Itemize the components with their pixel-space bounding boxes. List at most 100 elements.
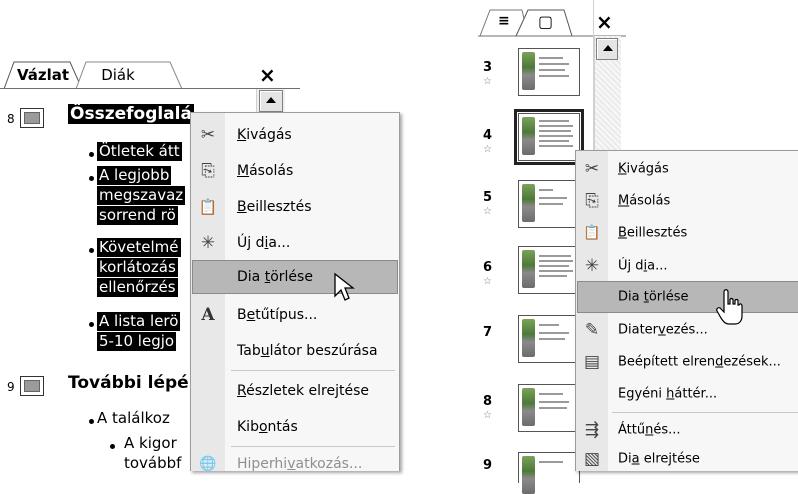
- menu-item-cut[interactable]: ✂ Kivágás: [576, 153, 798, 185]
- tab-outline-icon[interactable]: ≡: [498, 13, 510, 29]
- menu-separator: [231, 370, 395, 371]
- bullet-text[interactable]: A találkoz: [97, 409, 170, 428]
- menu-separator: [231, 446, 395, 447]
- menu-item-label: Dia törlése: [618, 289, 689, 305]
- menu-item-label: Betűtípus...: [237, 307, 318, 323]
- paste-icon: 📋: [198, 198, 218, 216]
- bullet-text[interactable]: Ötletek átt: [97, 142, 182, 161]
- menu-item-copy[interactable]: ⎘ Másolás: [576, 185, 798, 217]
- slide-number: 6: [483, 260, 493, 275]
- slide-title[interactable]: Összefoglalá: [68, 104, 194, 124]
- slide-icon[interactable]: [20, 108, 44, 128]
- copy-icon: ⎘: [585, 191, 599, 211]
- menu-item-transition[interactable]: ⇶ Áttűnés...: [576, 414, 798, 446]
- slide-thumbnail-selected[interactable]: [514, 109, 584, 165]
- menu-item-copy[interactable]: ⎘ Másolás: [191, 153, 399, 189]
- slide-thumbnail[interactable]: [518, 452, 580, 494]
- tab-slides[interactable]: Diák: [88, 62, 148, 89]
- menu-item-label: Másolás: [618, 193, 671, 209]
- slide-thumbnail[interactable]: [518, 180, 580, 228]
- menu-item-label: Diatervezés...: [618, 322, 708, 338]
- hand-pointer-icon: [716, 289, 743, 325]
- menu-item-label: Beépített elrendezések...: [618, 354, 781, 370]
- slide-icon[interactable]: [20, 376, 44, 396]
- menu-item-background[interactable]: Egyéni háttér...: [576, 378, 798, 410]
- bullet-icon: [110, 444, 115, 449]
- bullet-text[interactable]: korlátozás: [97, 258, 178, 277]
- tab-strip: [478, 9, 626, 37]
- menu-item-expand[interactable]: Kibontás: [191, 409, 399, 445]
- menu-item-paste[interactable]: 📋 Beillesztés: [576, 217, 798, 249]
- slide-number: 3: [483, 60, 493, 75]
- bullet-icon: [89, 152, 94, 157]
- slide-number: 9: [7, 380, 15, 394]
- new-slide-icon: ✳: [200, 233, 216, 253]
- menu-item-label: Beillesztés: [618, 225, 688, 241]
- design-icon: ✎: [584, 320, 600, 340]
- bullet-text[interactable]: A lista lerö: [97, 312, 181, 331]
- tab-slides-icon[interactable]: ▢: [538, 12, 553, 31]
- menu-item-new-slide[interactable]: ✳ Új dia...: [576, 250, 798, 282]
- slide-thumbnail[interactable]: [518, 48, 580, 96]
- menu-item-delete-slide[interactable]: Dia törlése: [577, 281, 798, 313]
- copy-icon: ⎘: [201, 161, 215, 181]
- menu-item-label: Kibontás: [237, 419, 298, 435]
- bullet-text[interactable]: 5-10 legjo: [97, 332, 177, 351]
- scroll-up-button[interactable]: [259, 90, 283, 112]
- context-menu: ✂ Kivágás ⎘ Másolás 📋 Beillesztés ✳ Új d…: [190, 112, 400, 472]
- menu-item-delete-slide[interactable]: Dia törlése: [192, 260, 398, 294]
- bullet-text[interactable]: A legjobb: [97, 166, 172, 185]
- slide-number: 8: [483, 394, 493, 409]
- transition-star-icon: ☆: [483, 410, 492, 421]
- menu-item-cut[interactable]: ✂ Kivágás: [191, 117, 399, 153]
- slide-thumbnail[interactable]: [518, 246, 580, 294]
- transition-star-icon: ☆: [483, 76, 492, 87]
- slide-number: 7: [483, 325, 493, 340]
- slide-number: 4: [483, 128, 493, 143]
- bullet-text[interactable]: sorrend rö: [97, 206, 178, 225]
- slide-number: 8: [7, 112, 15, 126]
- menu-item-font[interactable]: A Betűtípus...: [191, 297, 399, 333]
- bullet-text[interactable]: Követelmé: [97, 238, 181, 257]
- menu-item-slide-design[interactable]: ✎ Diatervezés...: [576, 314, 798, 346]
- layout-icon: ▤: [583, 352, 601, 372]
- menu-item-label: Egyéni háttér...: [618, 386, 718, 402]
- menu-item-insert-tab[interactable]: Tabulátor beszúrása: [191, 333, 399, 369]
- bullet-icon: [89, 322, 94, 327]
- bullet-text[interactable]: továbbf: [124, 454, 181, 473]
- menu-item-new-slide[interactable]: ✳ Új dia...: [191, 225, 399, 261]
- bullet-icon: [89, 176, 94, 181]
- menu-item-label: Kivágás: [237, 127, 292, 143]
- scroll-up-button[interactable]: [596, 38, 618, 60]
- menu-item-hide-slide[interactable]: ▧ Dia elrejtése: [576, 445, 798, 473]
- slide-title[interactable]: További lépé: [68, 373, 189, 393]
- transition-icon: ⇶: [584, 420, 600, 440]
- paste-icon: 📋: [583, 225, 601, 241]
- scissors-icon: ✂: [584, 159, 600, 179]
- slide-thumbnail[interactable]: [518, 315, 580, 363]
- font-icon: A: [201, 305, 215, 325]
- menu-separator: [612, 412, 798, 413]
- menu-item-hide-details[interactable]: Részletek elrejtése: [191, 373, 399, 409]
- bullet-text[interactable]: A kigor: [124, 434, 177, 453]
- menu-item-label: Dia törlése: [237, 269, 313, 285]
- context-menu: ✂ Kivágás ⎘ Másolás 📋 Beillesztés ✳ Új d…: [575, 150, 798, 471]
- slide-thumbnail[interactable]: [518, 384, 580, 432]
- menu-item-label: Kivágás: [618, 161, 669, 177]
- bullet-icon: [89, 248, 94, 253]
- new-slide-icon: ✳: [584, 256, 600, 276]
- menu-item-layouts[interactable]: ▤ Beépített elrendezések...: [576, 346, 798, 378]
- bullet-text[interactable]: ellenőrzés: [97, 278, 178, 297]
- transition-star-icon: ☆: [483, 276, 492, 287]
- tab-outline[interactable]: Vázlat: [14, 62, 72, 89]
- slide-number: 5: [483, 190, 493, 205]
- bullet-icon: [89, 419, 94, 424]
- close-icon[interactable]: ×: [596, 10, 613, 34]
- transition-star-icon: ☆: [483, 206, 492, 217]
- slide-number: 9: [483, 458, 493, 473]
- close-icon[interactable]: ×: [259, 63, 276, 87]
- menu-item-label: Áttűnés...: [618, 422, 681, 438]
- menu-item-label: Új dia...: [237, 235, 291, 251]
- bullet-text[interactable]: megszavaz: [97, 186, 186, 205]
- menu-item-paste[interactable]: 📋 Beillesztés: [191, 189, 399, 225]
